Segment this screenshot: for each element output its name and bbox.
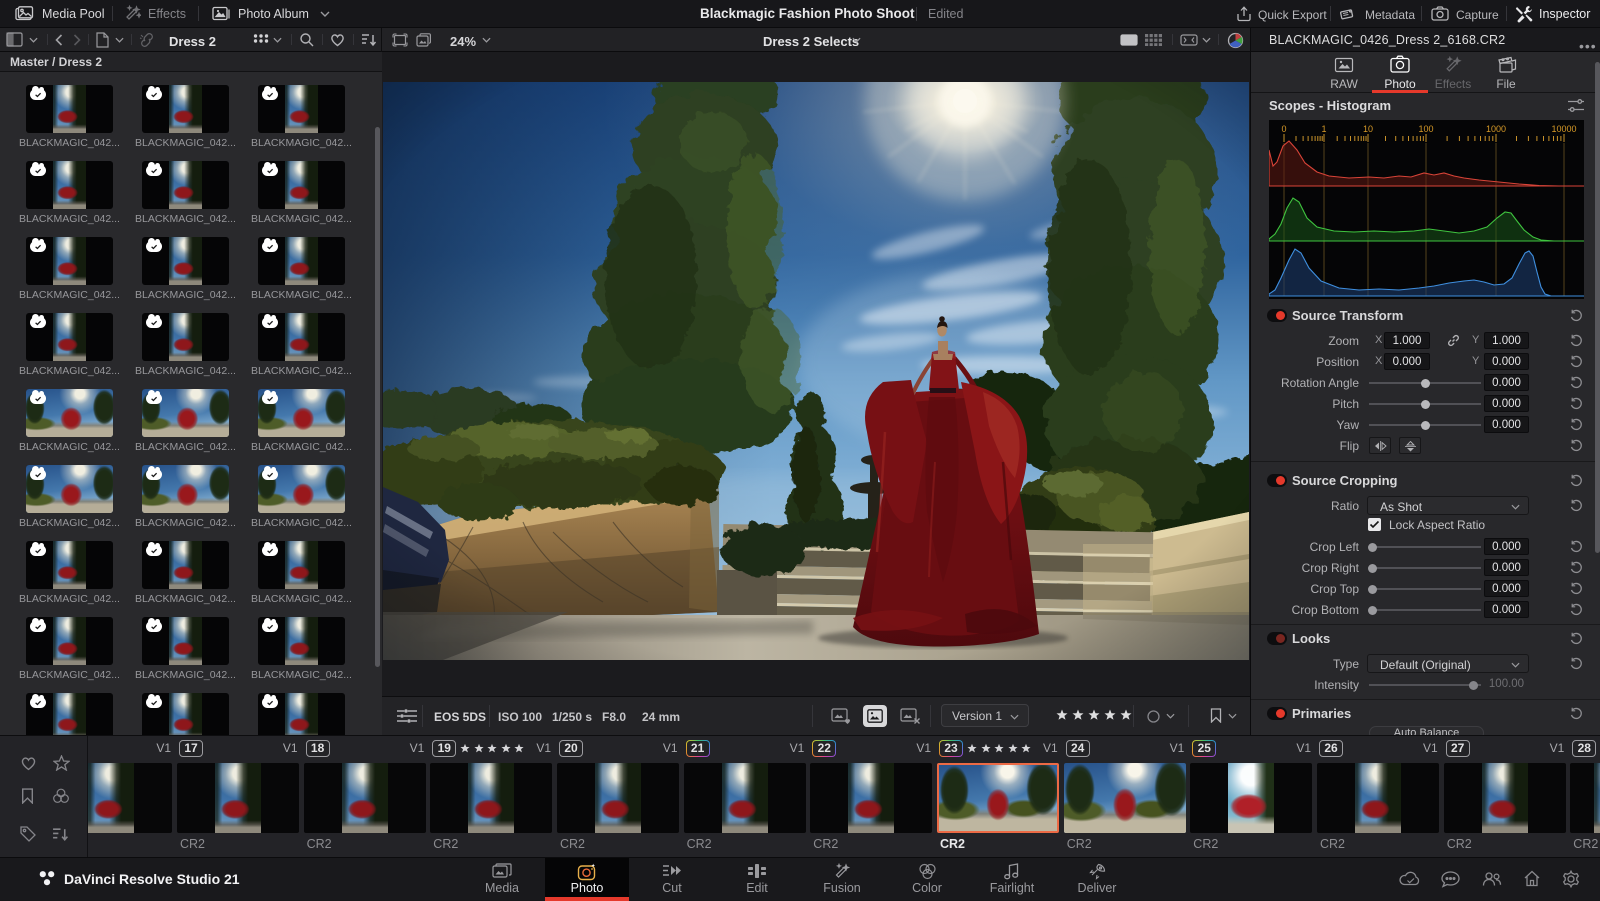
svg-text:0: 0 [1281, 124, 1286, 134]
svg-text:1: 1 [1321, 124, 1326, 134]
svg-text:10000: 10000 [1551, 124, 1576, 134]
svg-text:10: 10 [1363, 124, 1373, 134]
svg-text:100: 100 [1418, 124, 1433, 134]
svg-text:1000: 1000 [1486, 124, 1506, 134]
